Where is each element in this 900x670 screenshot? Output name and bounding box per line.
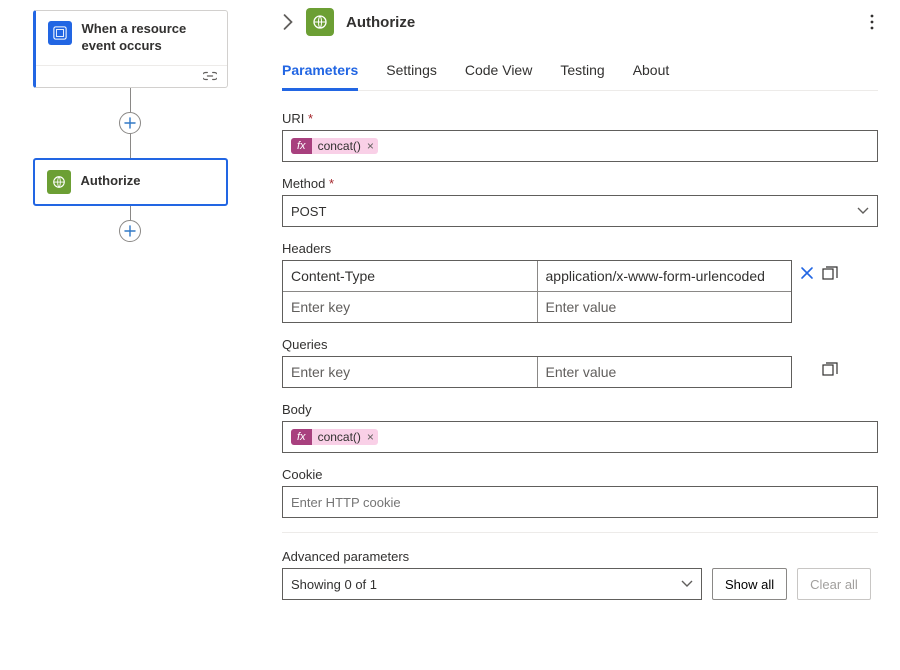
header-key-input[interactable]: Enter key [283,292,537,322]
advanced-label: Advanced parameters [282,549,878,564]
queries-label: Queries [282,337,878,352]
method-value: POST [291,204,326,219]
connector-line [130,88,131,112]
trigger-node[interactable]: When a resource event occurs [33,10,228,88]
tab-settings[interactable]: Settings [386,56,437,90]
tab-testing[interactable]: Testing [560,56,604,90]
queries-table: Enter key Enter value [282,356,792,388]
headers-table: Content-Type application/x-www-form-urle… [282,260,792,323]
expression-token[interactable]: fx concat() × [291,429,378,445]
table-row: Enter key Enter value [283,357,791,387]
connector-line [130,206,131,220]
delete-row-button[interactable] [800,266,814,282]
tabs: Parameters Settings Code View Testing Ab… [282,56,878,91]
remove-token-button[interactable]: × [367,430,374,444]
trigger-title: When a resource event occurs [82,21,215,55]
advanced-select-text: Showing 0 of 1 [291,577,377,592]
remove-token-button[interactable]: × [367,139,374,153]
switch-mode-button[interactable] [822,266,838,282]
method-select[interactable]: POST [282,195,878,227]
advanced-select[interactable]: Showing 0 of 1 [282,568,702,600]
clear-all-button: Clear all [797,568,871,600]
token-text: concat() [318,139,361,153]
uri-label: URI [282,111,878,126]
body-label: Body [282,402,878,417]
token-text: concat() [318,430,361,444]
tab-about[interactable]: About [633,56,670,90]
connector-line [130,134,131,158]
action-node-authorize[interactable]: Authorize [33,158,228,206]
divider [282,532,878,533]
headers-label: Headers [282,241,878,256]
header-value-input[interactable]: Enter value [537,292,792,322]
add-step-button[interactable] [119,112,141,134]
table-row: Enter key Enter value [283,291,791,322]
switch-mode-button[interactable] [822,362,838,378]
show-all-button[interactable]: Show all [712,568,787,600]
designer-canvas: When a resource event occurs Authorize [0,0,260,670]
event-grid-icon [48,21,72,45]
more-options-button[interactable] [866,10,878,34]
add-step-button[interactable] [119,220,141,242]
configuration-panel: Authorize Parameters Settings Code View … [260,0,900,670]
cookie-input[interactable] [282,486,878,518]
uri-input[interactable]: fx concat() × [282,130,878,162]
body-input[interactable]: fx concat() × [282,421,878,453]
chevron-down-icon [857,207,869,215]
header-value-input[interactable]: application/x-www-form-urlencoded [537,261,792,291]
expression-token[interactable]: fx concat() × [291,138,378,154]
panel-title: Authorize [346,14,854,31]
method-label: Method [282,176,878,191]
tab-code-view[interactable]: Code View [465,56,532,90]
fx-icon: fx [291,429,312,445]
query-key-input[interactable]: Enter key [283,357,537,387]
collapse-panel-button[interactable] [282,14,294,30]
link-icon [203,71,217,81]
http-icon [47,170,71,194]
query-value-input[interactable]: Enter value [537,357,792,387]
action-title: Authorize [81,173,141,190]
header-key-input[interactable]: Content-Type [283,261,537,291]
fx-icon: fx [291,138,312,154]
chevron-down-icon [681,580,693,588]
cookie-text-input[interactable] [291,495,869,510]
http-icon [306,8,334,36]
table-row: Content-Type application/x-www-form-urle… [283,261,791,291]
cookie-label: Cookie [282,467,878,482]
tab-parameters[interactable]: Parameters [282,56,358,91]
